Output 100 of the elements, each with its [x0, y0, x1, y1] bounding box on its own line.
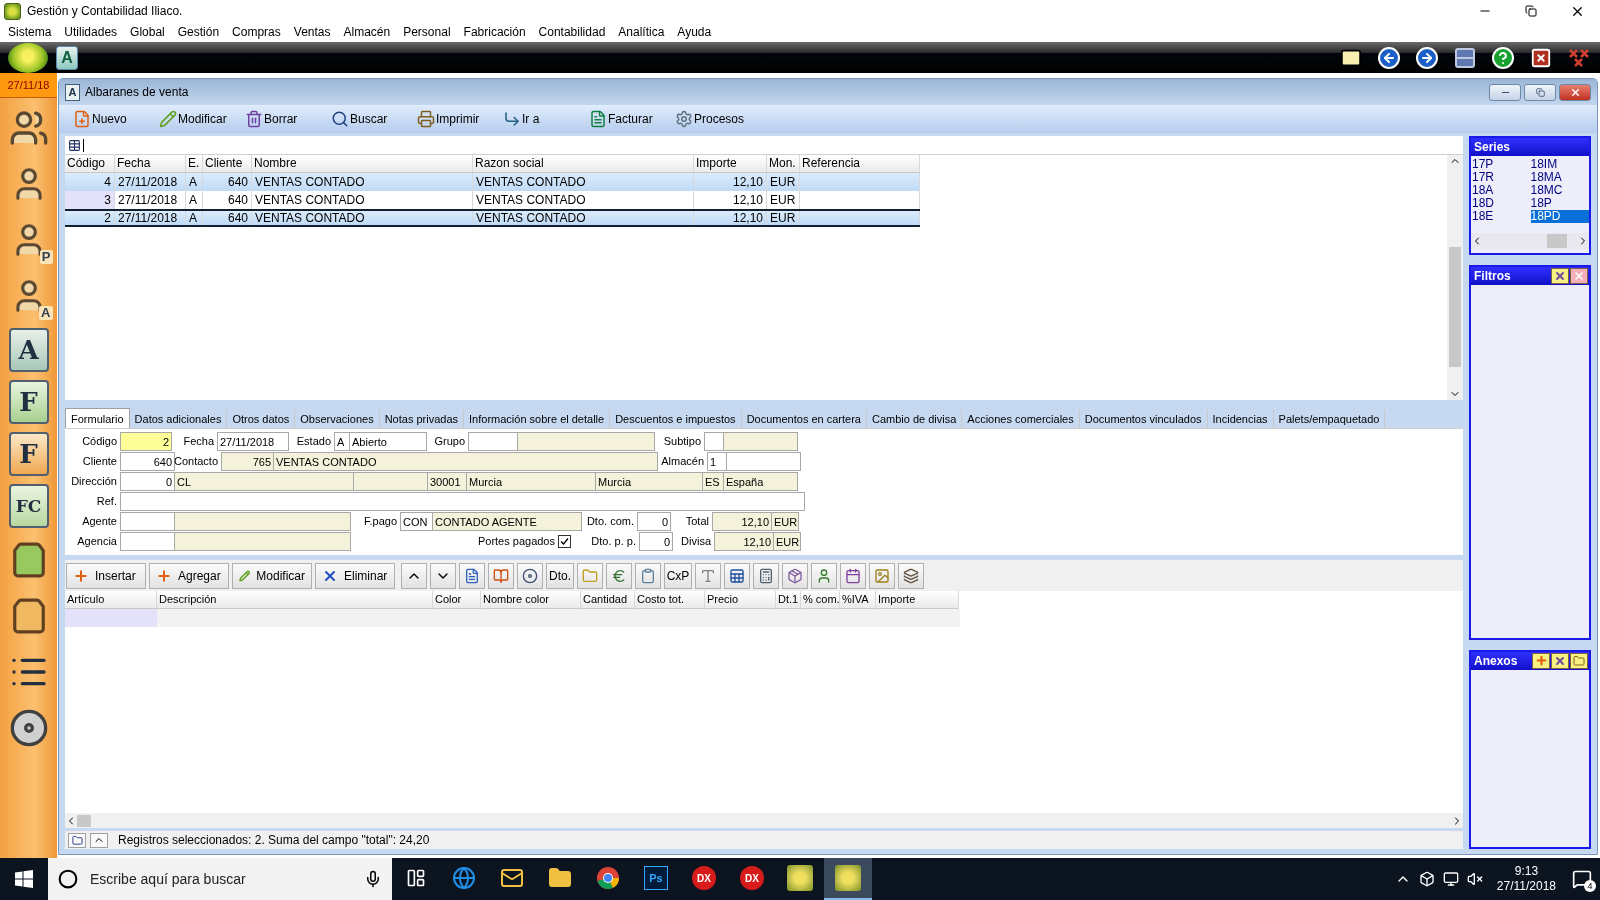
restore-button[interactable]	[1524, 83, 1556, 101]
input-field[interactable]: 765	[221, 452, 274, 471]
input-field[interactable]: España	[723, 472, 798, 491]
toolbar-button[interactable]	[782, 562, 808, 589]
taskbar-app-button[interactable]	[824, 858, 872, 900]
toolbar-button[interactable]: Nuevo	[67, 107, 153, 131]
input-field[interactable]	[517, 432, 655, 451]
input-field[interactable]: CONTADO AGENTE	[432, 512, 582, 531]
scroll-thumb[interactable]	[77, 814, 91, 827]
input-field[interactable]: VENTAS CONTADO	[273, 452, 658, 471]
menu-item[interactable]: Global	[130, 25, 165, 39]
list-item[interactable]: 18A	[1472, 184, 1531, 197]
column-header[interactable]: % com.	[801, 591, 840, 609]
input-field[interactable]: ES	[702, 472, 724, 491]
toolbar-button[interactable]	[811, 562, 837, 589]
add-button[interactable]	[1532, 652, 1550, 669]
table-row[interactable]: 4 27/11/2018 A 640 VENTAS CONTADO VENTAS CONTADO 12,10 EUR	[65, 173, 920, 191]
input-field[interactable]: 12,10	[714, 532, 774, 551]
column-header[interactable]: Importe	[694, 155, 767, 173]
input-field[interactable]: Abierto	[349, 432, 427, 451]
toolbar-button[interactable]: Agregar	[149, 562, 229, 589]
input-field[interactable]	[468, 432, 518, 451]
list-item[interactable]: 17R	[1472, 171, 1531, 184]
list-item[interactable]: 18MA	[1530, 171, 1589, 184]
column-header[interactable]: Nombre color	[481, 591, 581, 609]
scroll-thumb[interactable]	[1547, 234, 1567, 248]
input-field[interactable]	[120, 492, 805, 511]
toolbar-button[interactable]: Ir a	[497, 107, 583, 131]
input-field[interactable]	[726, 452, 801, 471]
input-field[interactable]: Murcia	[595, 472, 703, 491]
menu-item[interactable]: Gestión	[177, 25, 220, 39]
app-orb-icon[interactable]	[8, 42, 48, 73]
menu-item[interactable]: Personal	[403, 25, 451, 39]
menu-item[interactable]: Sistema	[8, 25, 52, 39]
search-field[interactable]: Escribe aquí para buscar	[48, 858, 392, 900]
folder-button[interactable]	[1570, 652, 1588, 669]
list-item[interactable]: 18D	[1472, 197, 1531, 210]
horizontal-scrollbar[interactable]	[65, 813, 1463, 828]
taskbar-app-button[interactable]: DX	[728, 858, 776, 900]
expand-button[interactable]	[90, 832, 108, 848]
sidebar-button[interactable]: A	[3, 270, 54, 322]
sidebar-button[interactable]: F	[8, 380, 49, 424]
column-header[interactable]: Descripción	[157, 591, 433, 609]
column-header[interactable]: Razon social	[473, 155, 694, 173]
clear-button[interactable]	[1551, 268, 1569, 284]
column-header[interactable]: Mon.	[767, 155, 800, 173]
input-field[interactable]	[120, 512, 175, 531]
table-row[interactable]: 2 27/11/2018 A 640 VENTAS CONTADO VENTAS CONTADO 12,10 EUR	[65, 209, 920, 227]
column-header[interactable]: Artículo	[65, 591, 157, 609]
column-header[interactable]: Código	[65, 155, 115, 173]
column-header[interactable]: E.	[186, 155, 203, 173]
menu-item[interactable]: Utilidades	[64, 25, 118, 39]
toolbar-button[interactable]: Eliminar	[315, 562, 395, 589]
toolbar-button[interactable]	[517, 562, 543, 589]
input-field[interactable]	[704, 432, 724, 451]
table-icon[interactable]	[68, 138, 81, 152]
list-item[interactable]: 18PD	[1530, 210, 1589, 223]
toolbar-button[interactable]	[753, 562, 779, 589]
input-field[interactable]: 2	[120, 432, 172, 451]
toolbar-button[interactable]: Buscar	[325, 107, 411, 131]
clock[interactable]: 9:13 27/11/2018	[1496, 864, 1556, 894]
toolbar-button[interactable]	[430, 562, 456, 589]
column-header[interactable]: Referencia	[800, 155, 920, 173]
toolbar-button[interactable]	[488, 562, 514, 589]
menu-item[interactable]: Almacén	[343, 25, 391, 39]
input-field[interactable]	[174, 532, 351, 551]
input-field[interactable]: 640	[120, 452, 175, 471]
volume-icon[interactable]	[1466, 871, 1483, 887]
column-header[interactable]: Precio	[705, 591, 776, 609]
box-icon[interactable]	[1418, 871, 1435, 887]
sidebar-button[interactable]: FC	[8, 484, 49, 528]
column-header[interactable]: %IVA	[840, 591, 876, 609]
sidebar-button[interactable]: P	[3, 214, 54, 266]
table-row[interactable]: 3 27/11/2018 A 640 VENTAS CONTADO VENTAS CONTADO 12,10 EUR	[65, 191, 920, 209]
input-field[interactable]: EUR	[771, 512, 799, 531]
toolbar-button[interactable]	[840, 562, 866, 589]
toolbar-button[interactable]: Procesos	[669, 107, 755, 131]
menu-item[interactable]: Ventas	[293, 25, 331, 39]
toolbar-button[interactable]	[695, 562, 721, 589]
list-item[interactable]: 18IM	[1530, 158, 1589, 171]
menu-item[interactable]: Ayuda	[677, 25, 712, 39]
column-header[interactable]: Importe	[876, 591, 959, 609]
input-field[interactable]: 30001	[427, 472, 467, 491]
list-item[interactable]: 18E	[1472, 210, 1531, 223]
input-field[interactable]	[174, 512, 351, 531]
toolbar-button[interactable]: Facturar	[583, 107, 669, 131]
menu-item[interactable]: Analítica	[618, 25, 665, 39]
input-field[interactable]: 0	[639, 532, 673, 551]
column-header[interactable]: Color	[433, 591, 481, 609]
column-header[interactable]: Cantidad	[581, 591, 635, 609]
taskbar-app-button[interactable]: Ps	[632, 858, 680, 900]
toolbar-button[interactable]: Dto.	[546, 562, 574, 589]
toolbar-button[interactable]: CxP	[664, 562, 692, 589]
menu-item[interactable]: Contabilidad	[538, 25, 606, 39]
toolbar-button[interactable]	[635, 562, 661, 589]
menu-item[interactable]: Fabricación	[463, 25, 526, 39]
input-field[interactable]: 0	[120, 472, 175, 491]
app-shortcut-button[interactable]: A	[56, 45, 78, 70]
toolbar-button[interactable]: Borrar	[239, 107, 325, 131]
panel-toggle-button[interactable]	[68, 832, 86, 848]
